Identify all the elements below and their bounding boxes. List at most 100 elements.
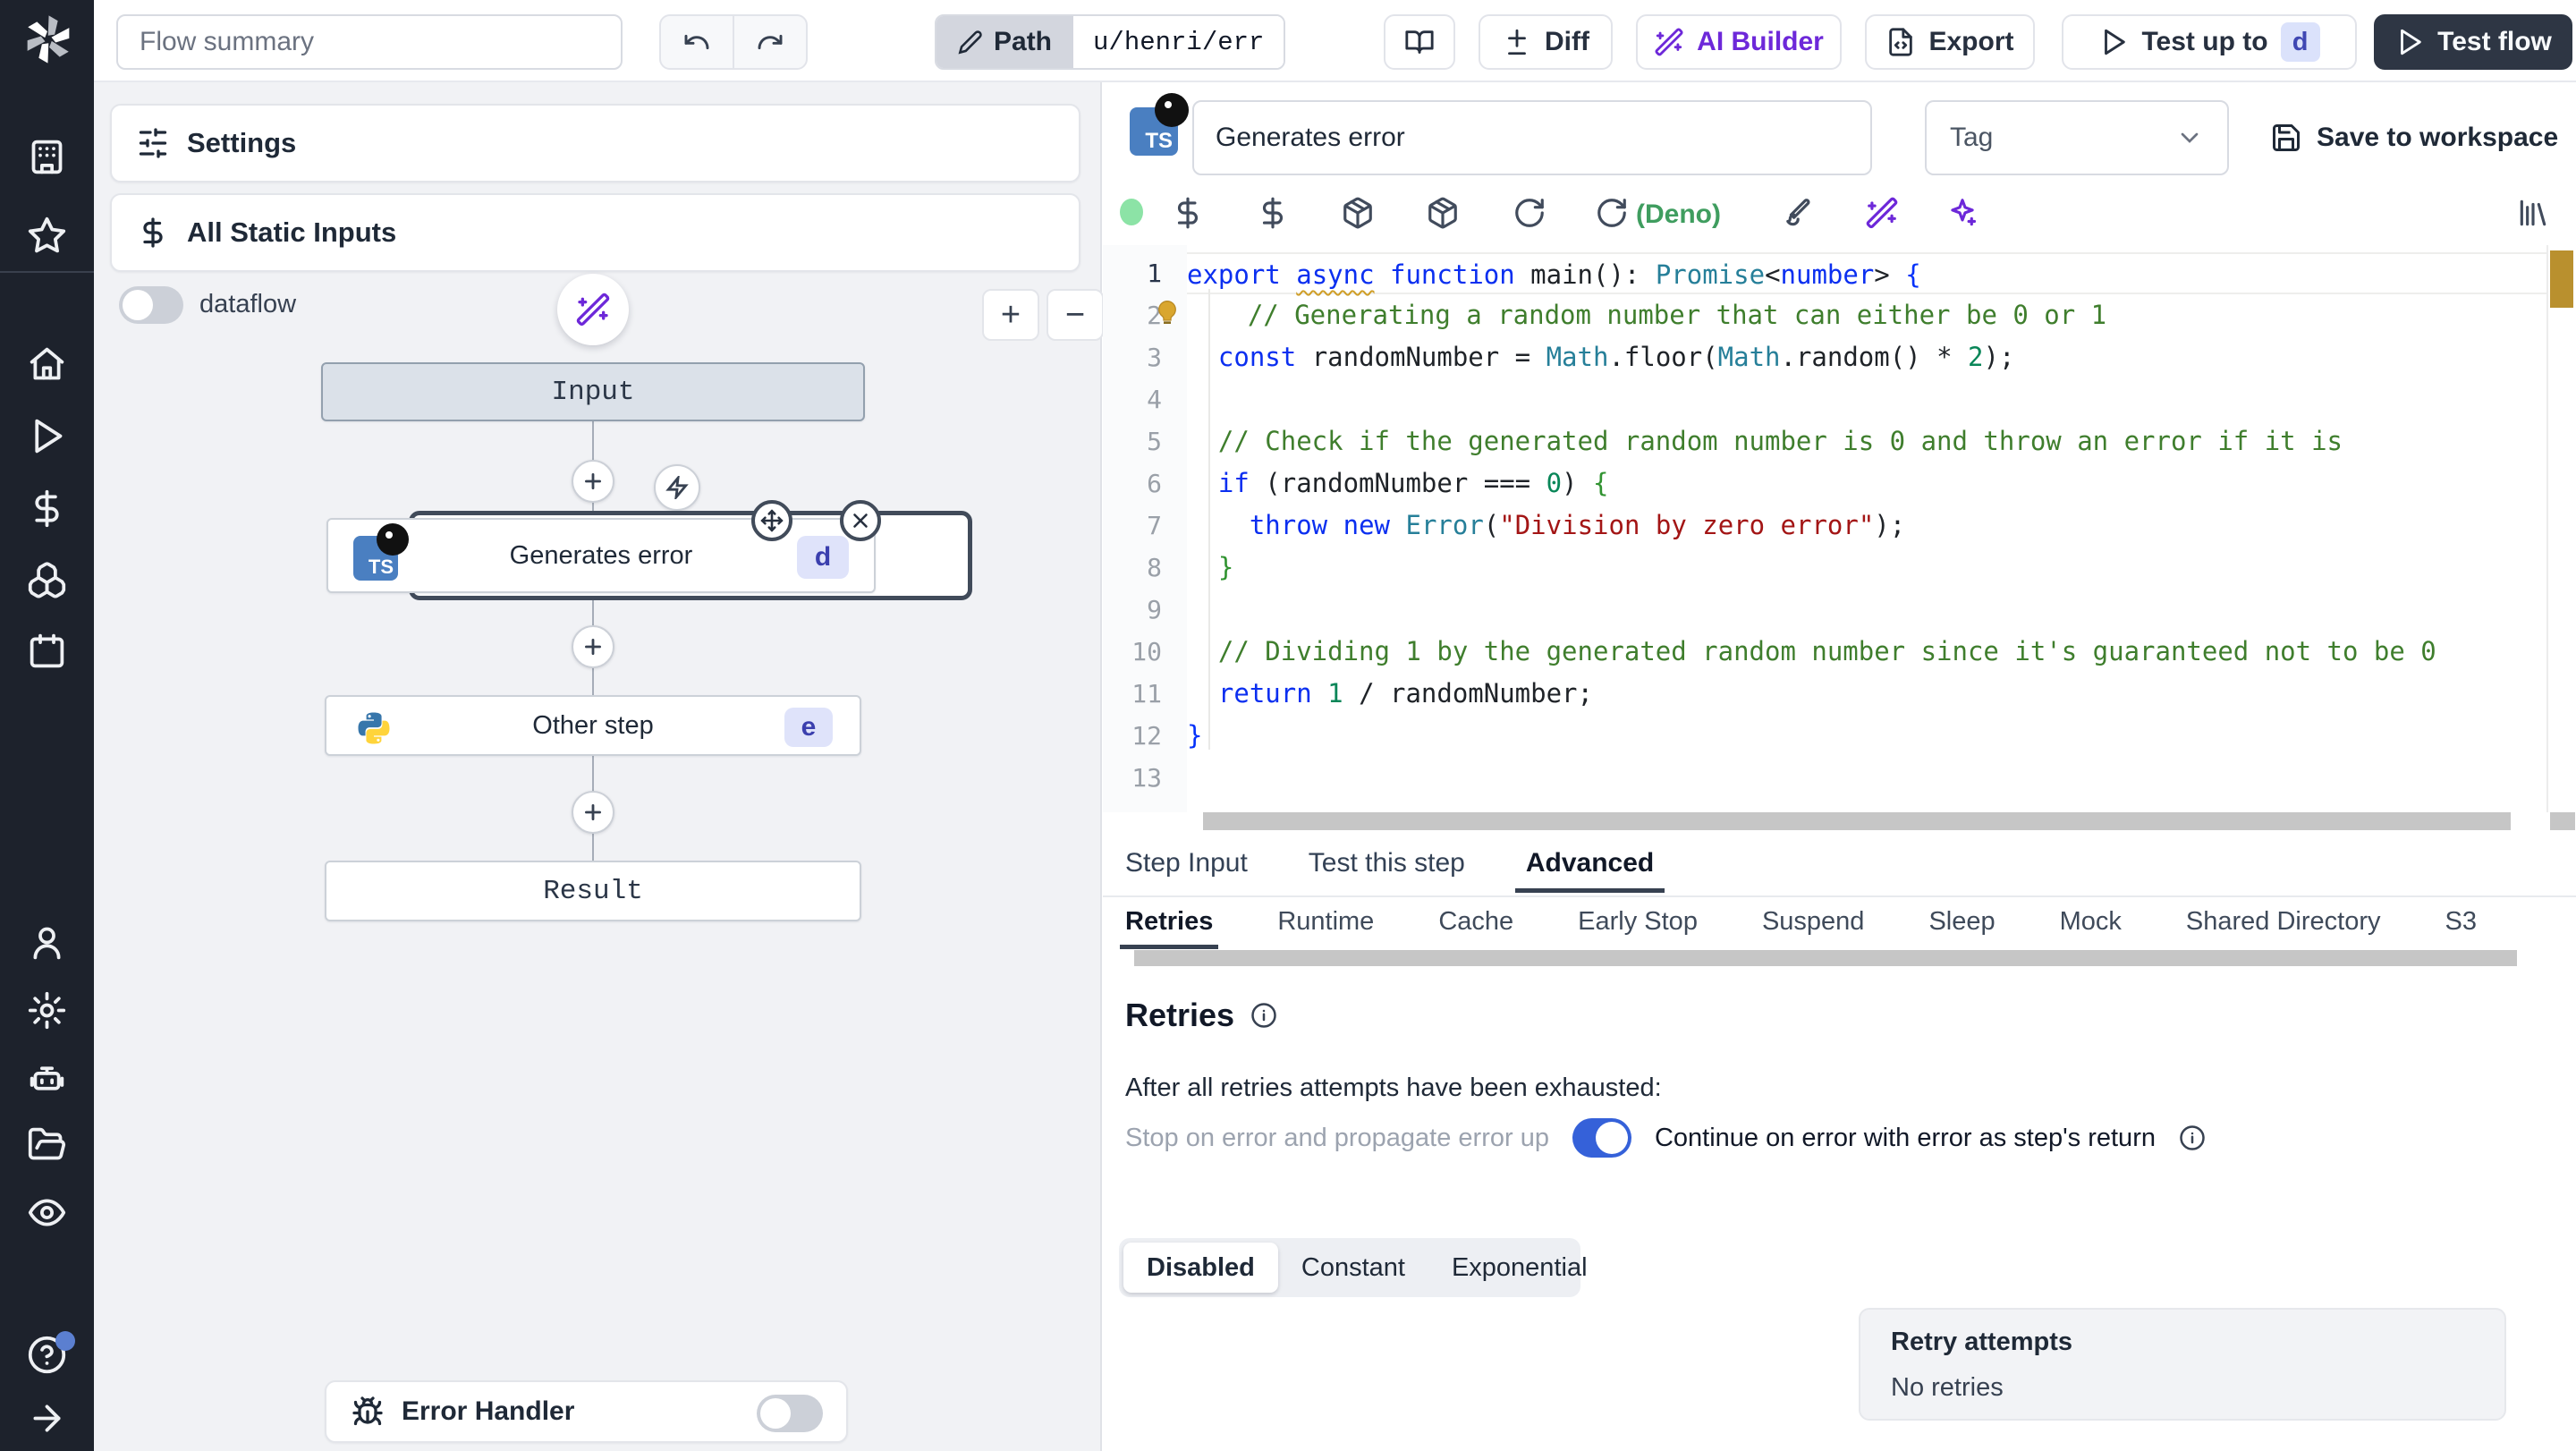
package-icon[interactable]: [1341, 196, 1375, 234]
flow-result-node[interactable]: Result: [325, 861, 861, 921]
docs-book-button[interactable]: [1384, 14, 1455, 70]
settings-gear-icon[interactable]: [27, 990, 67, 1031]
windmill-logo-icon[interactable]: [23, 14, 73, 64]
subtab-early-stop[interactable]: Early Stop: [1578, 907, 1698, 947]
flow-summary-input[interactable]: [116, 14, 623, 70]
code-line[interactable]: [1187, 589, 2546, 631]
audit-eye-icon[interactable]: [27, 1192, 67, 1233]
error-handler-card[interactable]: Error Handler: [325, 1380, 848, 1443]
expand-sidebar-arrow-icon[interactable]: [27, 1398, 67, 1438]
step-name-input[interactable]: [1192, 100, 1872, 175]
code-editor[interactable]: 1 2 3 4 5 6 7 8 9 10 11 12 13 export async function …: [1103, 245, 2576, 812]
code-line[interactable]: const randomNumber = Math.floor(Math.ran…: [1187, 336, 2546, 378]
path-label: Path: [994, 27, 1053, 56]
path-value[interactable]: u/henri/err: [1073, 16, 1284, 68]
delete-node-button[interactable]: [840, 500, 881, 541]
insert-step-button[interactable]: [572, 625, 614, 668]
continue-on-error-toggle[interactable]: [1572, 1118, 1631, 1158]
retry-mode-constant[interactable]: Constant: [1278, 1243, 1428, 1293]
subtab-suspend[interactable]: Suspend: [1762, 907, 1865, 947]
subtab-sleep[interactable]: Sleep: [1928, 907, 1995, 947]
wand-sparkles-icon: [576, 293, 610, 327]
all-static-inputs-card[interactable]: All Static Inputs: [110, 193, 1080, 272]
subtab-shared-directory[interactable]: Shared Directory: [2186, 907, 2381, 947]
redo-button[interactable]: [734, 16, 806, 68]
code-line[interactable]: [1187, 757, 2546, 799]
undo-button[interactable]: [661, 16, 734, 68]
code-line[interactable]: export async function main(): Promise<nu…: [1187, 252, 2546, 294]
zoom-in-button[interactable]: +: [982, 289, 1039, 341]
help-notification-dot: [55, 1331, 75, 1351]
insert-step-button[interactable]: [572, 460, 614, 503]
test-up-to-button[interactable]: Test up to d: [2062, 14, 2357, 70]
package-icon[interactable]: [1426, 196, 1460, 234]
quickfix-lightbulb-icon[interactable]: [1153, 298, 1182, 327]
workspace-icon[interactable]: [27, 137, 67, 177]
code-line[interactable]: // Dividing 1 by the generated random nu…: [1187, 631, 2546, 673]
info-icon[interactable]: [1250, 1002, 1277, 1029]
flow-step2-node[interactable]: Other step e: [325, 695, 861, 756]
runs-play-icon[interactable]: [27, 416, 67, 456]
move-node-button[interactable]: [751, 500, 792, 541]
code-line[interactable]: }: [1187, 715, 2546, 757]
library-icon[interactable]: [2516, 196, 2550, 234]
subtab-cache[interactable]: Cache: [1438, 907, 1513, 947]
favorites-star-icon[interactable]: [27, 216, 67, 256]
flow-ai-wand-button[interactable]: [557, 274, 629, 345]
ai-sparkles-icon[interactable]: [1945, 196, 1979, 234]
retry-mode-exponential[interactable]: Exponential: [1428, 1243, 1611, 1293]
subtab-mock[interactable]: Mock: [2060, 907, 2122, 947]
info-icon[interactable]: [2179, 1124, 2206, 1151]
error-handler-toggle[interactable]: [757, 1395, 823, 1432]
tab-advanced[interactable]: Advanced: [1514, 848, 1665, 893]
insert-step-button[interactable]: [572, 791, 614, 834]
code-line[interactable]: throw new Error("Division by zero error"…: [1187, 505, 2546, 547]
save-to-workspace-button[interactable]: Save to workspace: [2270, 109, 2558, 166]
runtime-deno-label[interactable]: (Deno): [1636, 199, 1721, 230]
subtabs-scrollbar[interactable]: [1134, 950, 2517, 966]
flow-settings-card[interactable]: Settings: [110, 104, 1080, 182]
folders-icon[interactable]: [27, 1124, 67, 1165]
tab-test-this-step[interactable]: Test this step: [1309, 848, 1465, 891]
code-line[interactable]: return 1 / randomNumber;: [1187, 673, 2546, 715]
subtab-retries[interactable]: Retries: [1119, 907, 1219, 949]
reload-icon[interactable]: [1513, 196, 1546, 234]
tag-select[interactable]: Tag: [1925, 100, 2229, 175]
resources-boxes-icon[interactable]: [27, 560, 67, 600]
flow-input-node[interactable]: Input: [321, 362, 865, 421]
reload-icon[interactable]: [1595, 196, 1629, 234]
tab-step-input[interactable]: Step Input: [1125, 848, 1248, 891]
zoom-out-button[interactable]: −: [1046, 289, 1104, 341]
subtab-s3[interactable]: S3: [2445, 907, 2477, 947]
ai-builder-button[interactable]: AI Builder: [1636, 14, 1842, 70]
code-line[interactable]: [1187, 378, 2546, 420]
typescript-icon: TS: [353, 523, 409, 581]
home-icon[interactable]: [27, 344, 67, 385]
code-line[interactable]: if (randomNumber === 0) {: [1187, 462, 2546, 505]
format-brush-icon[interactable]: [1784, 196, 1818, 234]
variables-dollar-icon[interactable]: [27, 488, 67, 529]
code-line[interactable]: // Generating a random number that can e…: [1158, 294, 2546, 336]
trigger-zap-button[interactable]: [654, 464, 700, 511]
diff-button[interactable]: Diff: [1479, 14, 1613, 70]
export-button[interactable]: Export: [1865, 14, 2035, 70]
path-edit-segment[interactable]: Path: [936, 16, 1074, 68]
static-inputs-dollar-icon[interactable]: [1171, 196, 1205, 234]
workers-bot-icon[interactable]: [27, 1058, 67, 1099]
schedules-calendar-icon[interactable]: [27, 631, 67, 671]
line-number: 12: [1103, 715, 1187, 757]
code-line[interactable]: }: [1187, 547, 2546, 589]
continue-on-error-label[interactable]: Continue on error with error as step's r…: [1655, 1124, 2156, 1153]
stop-on-error-label[interactable]: Stop on error and propagate error up: [1125, 1124, 1549, 1153]
variables-dollar-icon[interactable]: [1256, 196, 1290, 234]
code-line[interactable]: // Check if the generated random number …: [1187, 420, 2546, 462]
dataflow-toggle[interactable]: [119, 286, 183, 324]
subtab-runtime[interactable]: Runtime: [1277, 907, 1374, 947]
test-flow-button[interactable]: Test flow: [2374, 14, 2572, 70]
path-group[interactable]: Path u/henri/err: [935, 14, 1286, 70]
editor-horizontal-scrollbar[interactable]: [1203, 812, 2511, 830]
flow-step1-node[interactable]: TS Generates error d: [326, 518, 876, 593]
ai-wand-icon[interactable]: [1865, 196, 1899, 234]
retry-mode-disabled[interactable]: Disabled: [1123, 1243, 1278, 1293]
user-icon[interactable]: [27, 922, 67, 963]
